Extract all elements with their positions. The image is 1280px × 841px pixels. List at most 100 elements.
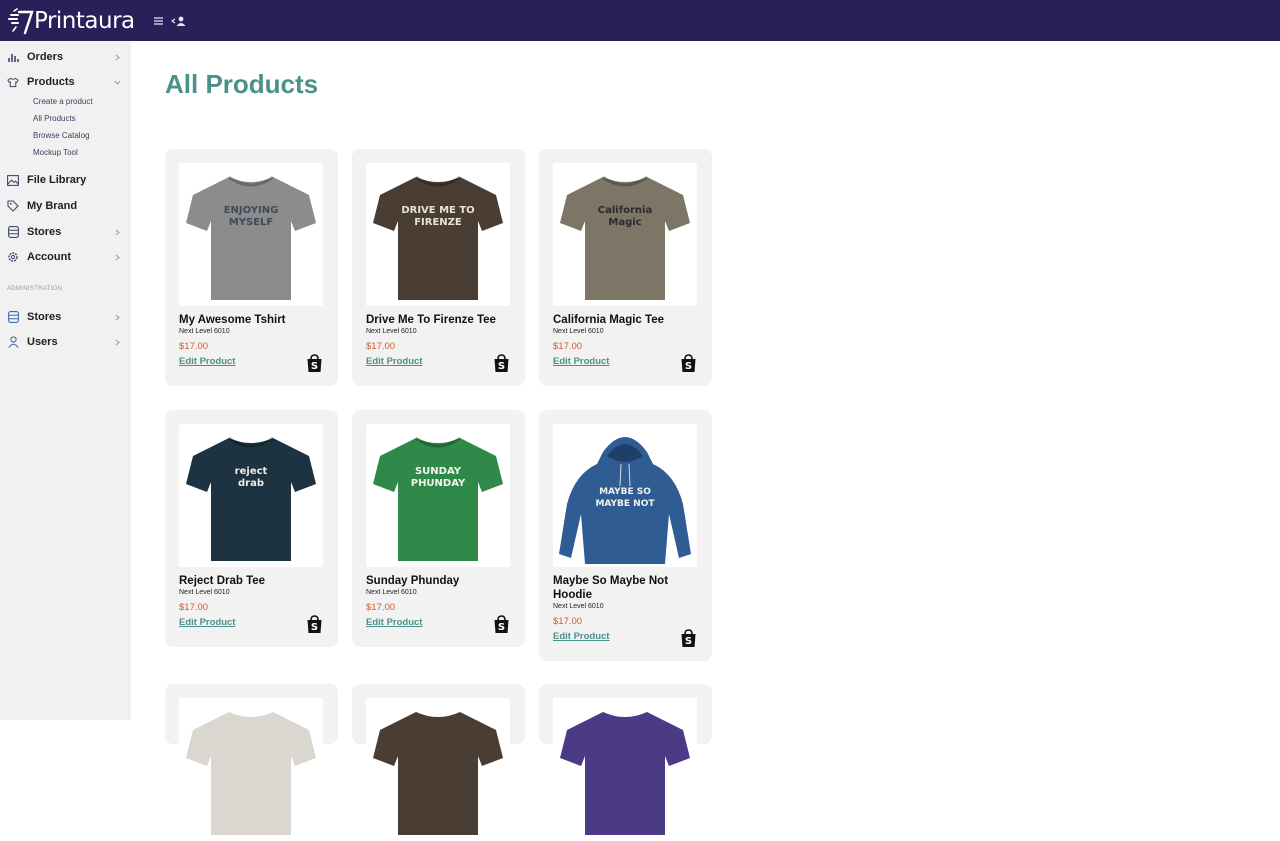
shopify-icon[interactable]: S xyxy=(493,615,510,634)
hoodie-image: MAYBE SO MAYBE NOT xyxy=(559,437,691,564)
tshirt-image xyxy=(186,712,316,835)
gear-icon xyxy=(7,251,19,263)
brand-name: Printaura xyxy=(34,7,135,34)
tshirt-image: DRIVE ME TOFIRENZE xyxy=(373,175,503,300)
subnav-create-product[interactable]: Create a product xyxy=(33,97,93,106)
sidebar-item-my-brand[interactable]: My Brand xyxy=(0,195,131,217)
tshirt-image: CaliforniaMagic xyxy=(560,175,690,300)
svg-text:California: California xyxy=(598,205,652,216)
page-title: All Products xyxy=(165,69,319,99)
sidebar-item-label: Users xyxy=(27,336,58,348)
product-card[interactable]: DRIVE ME TO FIRENZE Drive Me To Firenze Te… xyxy=(352,149,525,386)
edit-product-link[interactable]: Edit Product xyxy=(179,356,235,367)
tshirt-icon xyxy=(7,76,19,88)
subnav-all-products[interactable]: All Products xyxy=(33,114,76,123)
product-name: Sunday Phunday xyxy=(366,575,460,587)
bar-chart-icon xyxy=(7,51,19,63)
main-content: All Products ENJOYING MYSELF My Awesome Ts… xyxy=(131,41,1280,841)
sidebar-item-admin-users[interactable]: Users xyxy=(0,331,131,353)
product-card[interactable] xyxy=(352,684,525,841)
svg-text:ENJOYING: ENJOYING xyxy=(224,205,279,216)
product-blank: Next Level 6010 xyxy=(366,589,417,596)
product-image[interactable] xyxy=(553,698,697,841)
sidebar-item-stores[interactable]: Stores xyxy=(0,221,131,243)
shopify-icon[interactable]: S xyxy=(306,354,323,373)
section-label-administration: ADMINISTRATION xyxy=(7,286,63,292)
product-price: $17.00 xyxy=(179,602,209,613)
chevron-right-icon xyxy=(115,54,120,60)
product-name: Reject Drab Tee xyxy=(179,575,266,587)
product-image[interactable]: reject drab xyxy=(179,424,323,567)
sidebar-item-orders[interactable]: Orders xyxy=(0,46,131,68)
edit-product-link[interactable]: Edit Product xyxy=(179,617,235,628)
edit-product-link[interactable]: Edit Product xyxy=(553,356,609,367)
svg-text:S: S xyxy=(498,361,505,372)
product-image[interactable]: SUNDAY PHUNDAY xyxy=(366,424,510,567)
svg-text:Magic: Magic xyxy=(608,217,641,228)
product-card[interactable]: California Magic California Magic Tee Next … xyxy=(539,149,712,386)
product-card[interactable] xyxy=(539,684,712,841)
svg-text:S: S xyxy=(498,622,505,633)
svg-text:MAYBE NOT: MAYBE NOT xyxy=(595,499,655,509)
product-image[interactable] xyxy=(179,698,323,841)
top-bar: Printaura xyxy=(0,0,1280,41)
product-card[interactable]: MAYBE SO MAYBE NOT Maybe So Maybe Not Hood… xyxy=(539,410,712,661)
brand-logo[interactable]: Printaura xyxy=(8,7,135,35)
shopify-icon[interactable]: S xyxy=(680,629,697,648)
user-switch-icon[interactable] xyxy=(170,16,187,26)
subnav-browse-catalog[interactable]: Browse Catalog xyxy=(33,131,89,140)
product-card[interactable] xyxy=(165,684,338,841)
sidebar: Orders Products Create a product All Pro… xyxy=(0,41,131,720)
shopify-icon[interactable]: S xyxy=(493,354,510,373)
product-image[interactable]: California Magic xyxy=(553,163,697,306)
svg-text:MYSELF: MYSELF xyxy=(229,217,273,228)
product-price: $17.00 xyxy=(366,341,396,352)
sidebar-item-label: File Library xyxy=(27,174,87,186)
product-name: My Awesome Tshirt xyxy=(179,314,286,326)
svg-text:drab: drab xyxy=(238,478,264,489)
sidebar-item-products[interactable]: Products xyxy=(0,71,131,93)
tshirt-image: ENJOYINGMYSELF xyxy=(186,175,316,300)
tshirt-image: rejectdrab xyxy=(186,436,316,561)
sidebar-item-label: Products xyxy=(27,76,75,88)
edit-product-link[interactable]: Edit Product xyxy=(366,617,422,628)
database-icon xyxy=(7,226,19,238)
tag-icon xyxy=(7,200,19,212)
product-card[interactable]: SUNDAY PHUNDAY Sunday Phunday Next Level 60… xyxy=(352,410,525,647)
sidebar-item-label: Account xyxy=(27,251,71,263)
svg-text:SUNDAY: SUNDAY xyxy=(415,466,462,477)
sidebar-item-admin-stores[interactable]: Stores xyxy=(0,306,131,328)
chevron-right-icon xyxy=(115,229,120,235)
menu-icon[interactable] xyxy=(153,16,163,25)
chevron-down-icon xyxy=(114,80,121,85)
product-name: California Magic Tee xyxy=(553,314,664,326)
svg-text:S: S xyxy=(311,361,318,372)
svg-text:S: S xyxy=(685,361,692,372)
chevron-right-icon xyxy=(115,339,120,345)
sidebar-item-account[interactable]: Account xyxy=(0,246,131,268)
edit-product-link[interactable]: Edit Product xyxy=(366,356,422,367)
svg-text:PHUNDAY: PHUNDAY xyxy=(411,478,466,489)
product-price: $17.00 xyxy=(366,602,396,613)
edit-product-link[interactable]: Edit Product xyxy=(553,631,609,642)
subnav-mockup-tool[interactable]: Mockup Tool xyxy=(33,148,78,157)
product-card[interactable]: ENJOYING MYSELF My Awesome Tshirt Next Leve… xyxy=(165,149,338,386)
shopify-icon[interactable]: S xyxy=(306,615,323,634)
svg-text:S: S xyxy=(685,636,692,647)
product-image[interactable]: ENJOYING MYSELF xyxy=(179,163,323,306)
product-image[interactable] xyxy=(366,698,510,841)
product-image[interactable]: MAYBE SO MAYBE NOT xyxy=(553,424,697,567)
product-blank: Next Level 6010 xyxy=(179,328,230,335)
database-icon xyxy=(7,311,19,323)
sidebar-item-file-library[interactable]: File Library xyxy=(0,169,131,191)
shopify-icon[interactable]: S xyxy=(680,354,697,373)
product-blank: Next Level 6010 xyxy=(179,589,230,596)
tshirt-image xyxy=(373,712,503,835)
product-card[interactable]: reject drab Reject Drab Tee Next Level 6010… xyxy=(165,410,338,647)
svg-text:MAYBE SO: MAYBE SO xyxy=(599,487,651,497)
product-image[interactable]: DRIVE ME TO FIRENZE xyxy=(366,163,510,306)
product-blank: Next Level 6010 xyxy=(366,328,417,335)
product-price: $17.00 xyxy=(553,341,583,352)
product-price: $17.00 xyxy=(179,341,209,352)
user-icon xyxy=(7,336,19,348)
